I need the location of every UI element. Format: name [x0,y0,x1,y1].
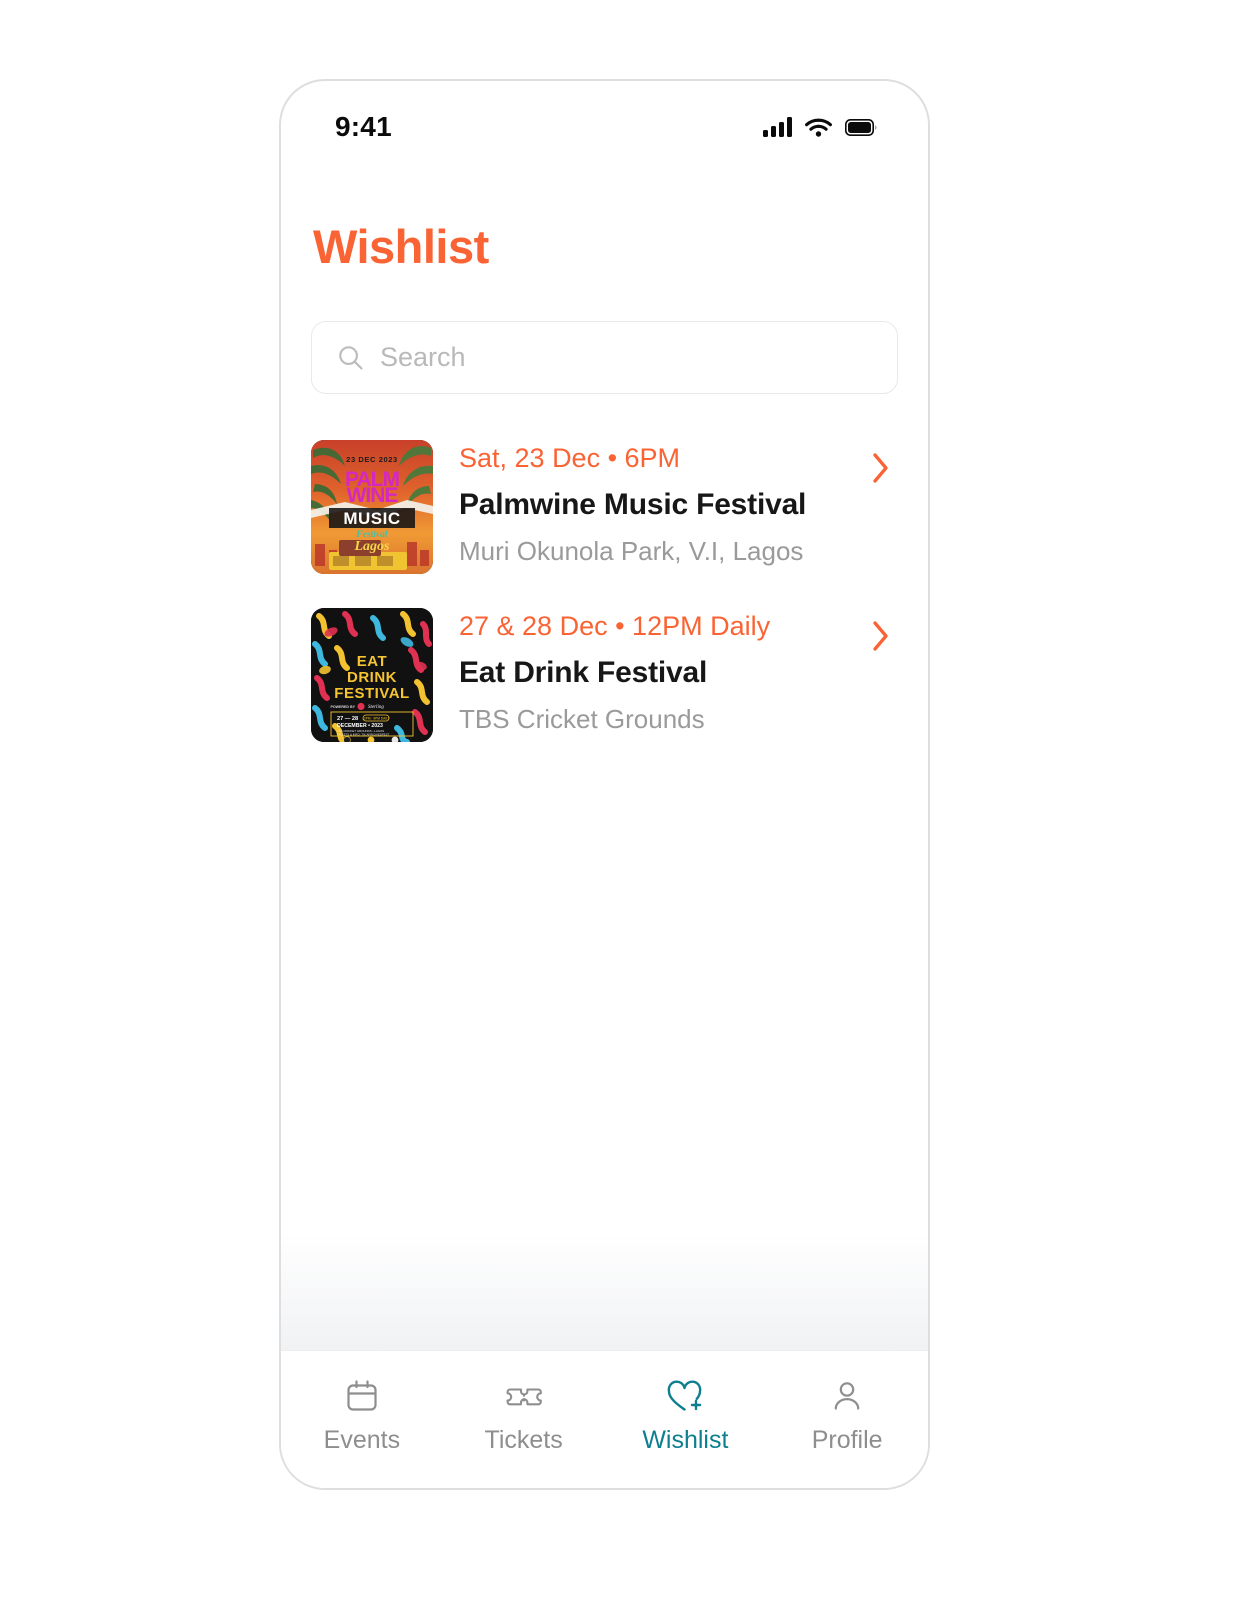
search-bar[interactable] [311,321,898,394]
event-venue: TBS Cricket Grounds [459,704,705,735]
event-list-item[interactable]: 23 DEC 2023 PALM WINE MUSIC Festival Lag… [311,423,898,591]
palmwine-music-festival-poster: 23 DEC 2023 PALM WINE MUSIC Festival Lag… [311,440,433,574]
svg-text:TICKETS & INFO: TIX.AFRICA/EDF: TICKETS & INFO: TIX.AFRICA/EDFEST [337,733,390,737]
svg-text:MUSIC: MUSIC [343,509,400,528]
event-details: 27 & 28 Dec • 12PM Daily Eat Drink Festi… [459,608,838,735]
phone-frame: 9:41 Wishlist Search 23 DEC 2023 PALM WI… [279,79,930,1490]
tab-label-tickets: Tickets [484,1426,563,1454]
page-title: Wishlist [313,220,489,273]
svg-text:27 — 28: 27 — 28 [337,716,358,722]
content-bottom-fade [281,1232,928,1350]
chevron-right-icon[interactable] [864,451,898,485]
tab-tickets[interactable]: Tickets [443,1377,605,1453]
search-icon [336,343,366,373]
status-bar-icons [763,117,878,137]
screen-canvas: 9:41 Wishlist Search 23 DEC 2023 PALM WI… [0,0,1240,1601]
status-bar: 9:41 [281,81,928,155]
tab-label-events: Events [323,1426,401,1454]
event-details: Sat, 23 Dec • 6PM Palmwine Music Festiva… [459,440,838,567]
event-title: Eat Drink Festival [459,656,708,690]
search-input[interactable] [380,342,873,373]
bottom-tab-bar: Events Tickets Wishlist Profile [281,1350,928,1488]
tab-label-wishlist: Wishlist [642,1426,729,1454]
person-icon [829,1377,865,1415]
svg-text:WINE: WINE [347,484,399,507]
svg-text:EAT: EAT [357,653,387,670]
svg-text:23 DEC 2023: 23 DEC 2023 [346,455,398,464]
event-venue: Muri Okunola Park, V.I, Lagos [459,536,804,567]
event-list-item[interactable]: EAT DRINK FESTIVAL POWERED BY Sterling 2… [311,591,898,759]
battery-icon [845,118,878,136]
svg-text:FESTIVAL: FESTIVAL [334,685,409,702]
tab-wishlist[interactable]: Wishlist [605,1377,767,1453]
event-date: 27 & 28 Dec • 12PM Daily [459,611,771,641]
svg-text:DRINK: DRINK [347,669,397,686]
tab-events[interactable]: Events [281,1377,443,1453]
calendar-icon [344,1377,380,1415]
heart-plus-icon [665,1377,705,1415]
chevron-right-icon[interactable] [864,619,898,653]
cellular-signal-icon [763,117,792,137]
event-title: Palmwine Music Festival [459,488,807,522]
status-bar-time: 9:41 [335,111,392,142]
svg-text:12PM - 9PM DAILY: 12PM - 9PM DAILY [362,717,390,721]
svg-text:Sterling: Sterling [368,705,384,710]
tab-label-profile: Profile [811,1426,883,1454]
event-date: Sat, 23 Dec • 6PM [459,443,681,473]
wishlist-event-list: 23 DEC 2023 PALM WINE MUSIC Festival Lag… [281,394,928,759]
svg-text:POWERED BY: POWERED BY [330,705,355,709]
scroll-content: Wishlist Search 23 DEC 2023 PALM WINE MU… [281,155,928,1350]
search-section [281,270,928,394]
eat-drink-festival-poster: EAT DRINK FESTIVAL POWERED BY Sterling 2… [311,608,433,742]
ticket-icon [505,1377,543,1415]
tab-profile[interactable]: Profile [766,1377,928,1453]
svg-text:Lagos: Lagos [354,539,391,554]
wifi-icon [805,117,832,137]
